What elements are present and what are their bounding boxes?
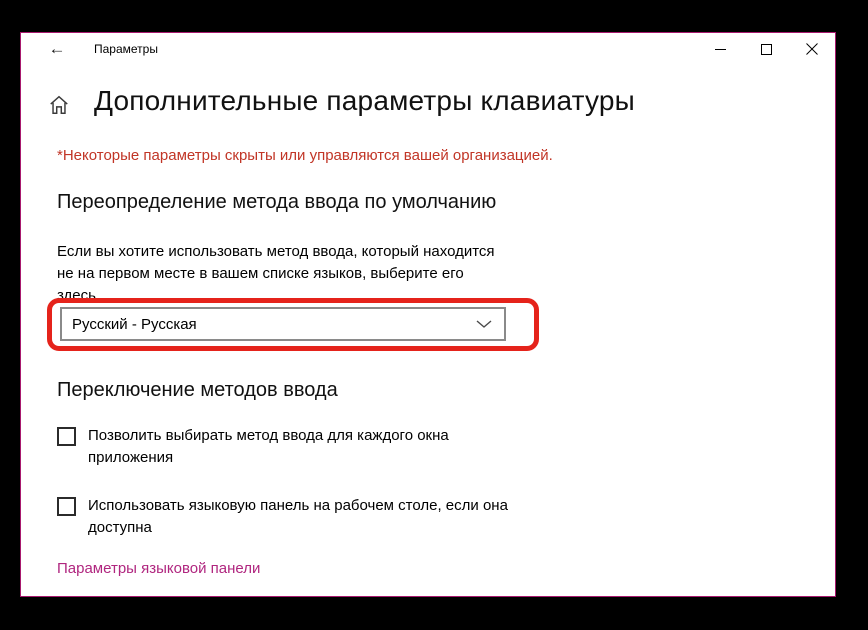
checkbox-label-line: Использовать языковую панель на рабочем …	[88, 495, 508, 517]
dropdown-selected-value: Русский - Русская	[62, 316, 464, 333]
description-line: не на первом месте в вашем списке языков…	[57, 263, 495, 285]
per-window-checkbox-label[interactable]: Позволить выбирать метод ввода для каждо…	[88, 425, 449, 469]
home-icon	[48, 94, 70, 116]
per-window-checkbox[interactable]	[57, 427, 76, 446]
window-title: Параметры	[94, 33, 158, 65]
minimize-icon	[715, 44, 726, 55]
titlebar: ← Параметры	[21, 33, 835, 65]
minimize-button[interactable]	[697, 33, 743, 65]
checkbox-label-line: приложения	[88, 447, 449, 469]
managed-by-org-warning: *Некоторые параметры скрыты или управляю…	[57, 147, 553, 164]
description-line: здесь.	[57, 285, 495, 307]
section-heading-input-switching: Переключение методов ввода	[57, 379, 338, 402]
language-bar-checkbox[interactable]	[57, 497, 76, 516]
maximize-button[interactable]	[743, 33, 789, 65]
caption-buttons	[697, 33, 835, 65]
maximize-icon	[761, 44, 772, 55]
checkbox-label-line: доступна	[88, 517, 508, 539]
description-line: Если вы хотите использовать метод ввода,…	[57, 241, 495, 263]
checkbox-label-line: Позволить выбирать метод ввода для каждо…	[88, 425, 449, 447]
language-bar-checkbox-label[interactable]: Использовать языковую панель на рабочем …	[88, 495, 508, 539]
back-button[interactable]: ←	[39, 33, 75, 65]
close-button[interactable]	[789, 33, 835, 65]
settings-window: ← Параметры Дополнительные параметры кла…	[20, 32, 836, 597]
section-heading-input-override: Переопределение метода ввода по умолчани…	[57, 191, 496, 214]
page-title: Дополнительные параметры клавиатуры	[94, 85, 635, 117]
close-icon	[806, 43, 818, 55]
desktop-background: { "titlebar": { "title": "Параметры" }, …	[0, 0, 868, 630]
language-bar-options-link[interactable]: Параметры языковой панели	[57, 560, 260, 577]
override-description: Если вы хотите использовать метод ввода,…	[57, 241, 495, 307]
back-arrow-icon: ←	[49, 39, 66, 59]
chevron-down-icon	[464, 319, 504, 329]
input-method-dropdown[interactable]: Русский - Русская	[60, 307, 506, 341]
